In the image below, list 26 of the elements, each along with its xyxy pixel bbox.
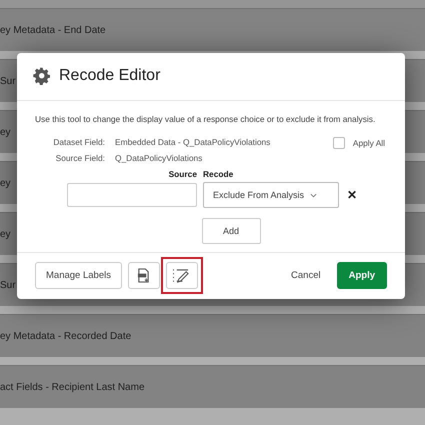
manage-labels-button[interactable]: Manage Labels <box>35 262 122 289</box>
apply-all-checkbox[interactable] <box>332 137 345 149</box>
dialog-title: Recode Editor <box>59 67 160 85</box>
add-button[interactable]: Add <box>202 218 260 244</box>
description-text: Use this tool to change the display value of a response choice or to exclude it from analysis. <box>35 113 376 125</box>
list-pencil-icon <box>172 268 192 283</box>
recode-dropdown[interactable]: Exclude From Analysis <box>203 182 339 208</box>
field-label: Source Field: <box>54 153 106 163</box>
field-label: Dataset Field: <box>52 137 106 147</box>
cancel-button[interactable]: Cancel <box>281 270 331 281</box>
gear-icon <box>33 67 51 85</box>
chevron-icon <box>310 192 318 198</box>
list-row[interactable]: ey Metadata - End Date <box>0 8 425 51</box>
remove-button[interactable]: ✕ <box>345 188 359 202</box>
list-row[interactable]: act Fields - Recipient Last Name <box>0 365 425 408</box>
field-value: Q_DataPolicyViolations <box>115 153 202 163</box>
field-value: Embedded Data - Q_DataPolicyViolations <box>115 137 270 147</box>
list-row[interactable]: ey Metadata - Recorded Date <box>0 314 425 357</box>
apply-all-label: Apply All <box>352 138 385 148</box>
source-input-field[interactable] <box>67 183 197 207</box>
document-icon <box>137 268 150 283</box>
document-button[interactable] <box>128 262 160 289</box>
apply-button[interactable]: Apply <box>336 262 387 289</box>
column-header: Recode <box>203 169 234 179</box>
list-edit-button[interactable] <box>166 262 198 289</box>
column-header: Source <box>168 169 197 179</box>
